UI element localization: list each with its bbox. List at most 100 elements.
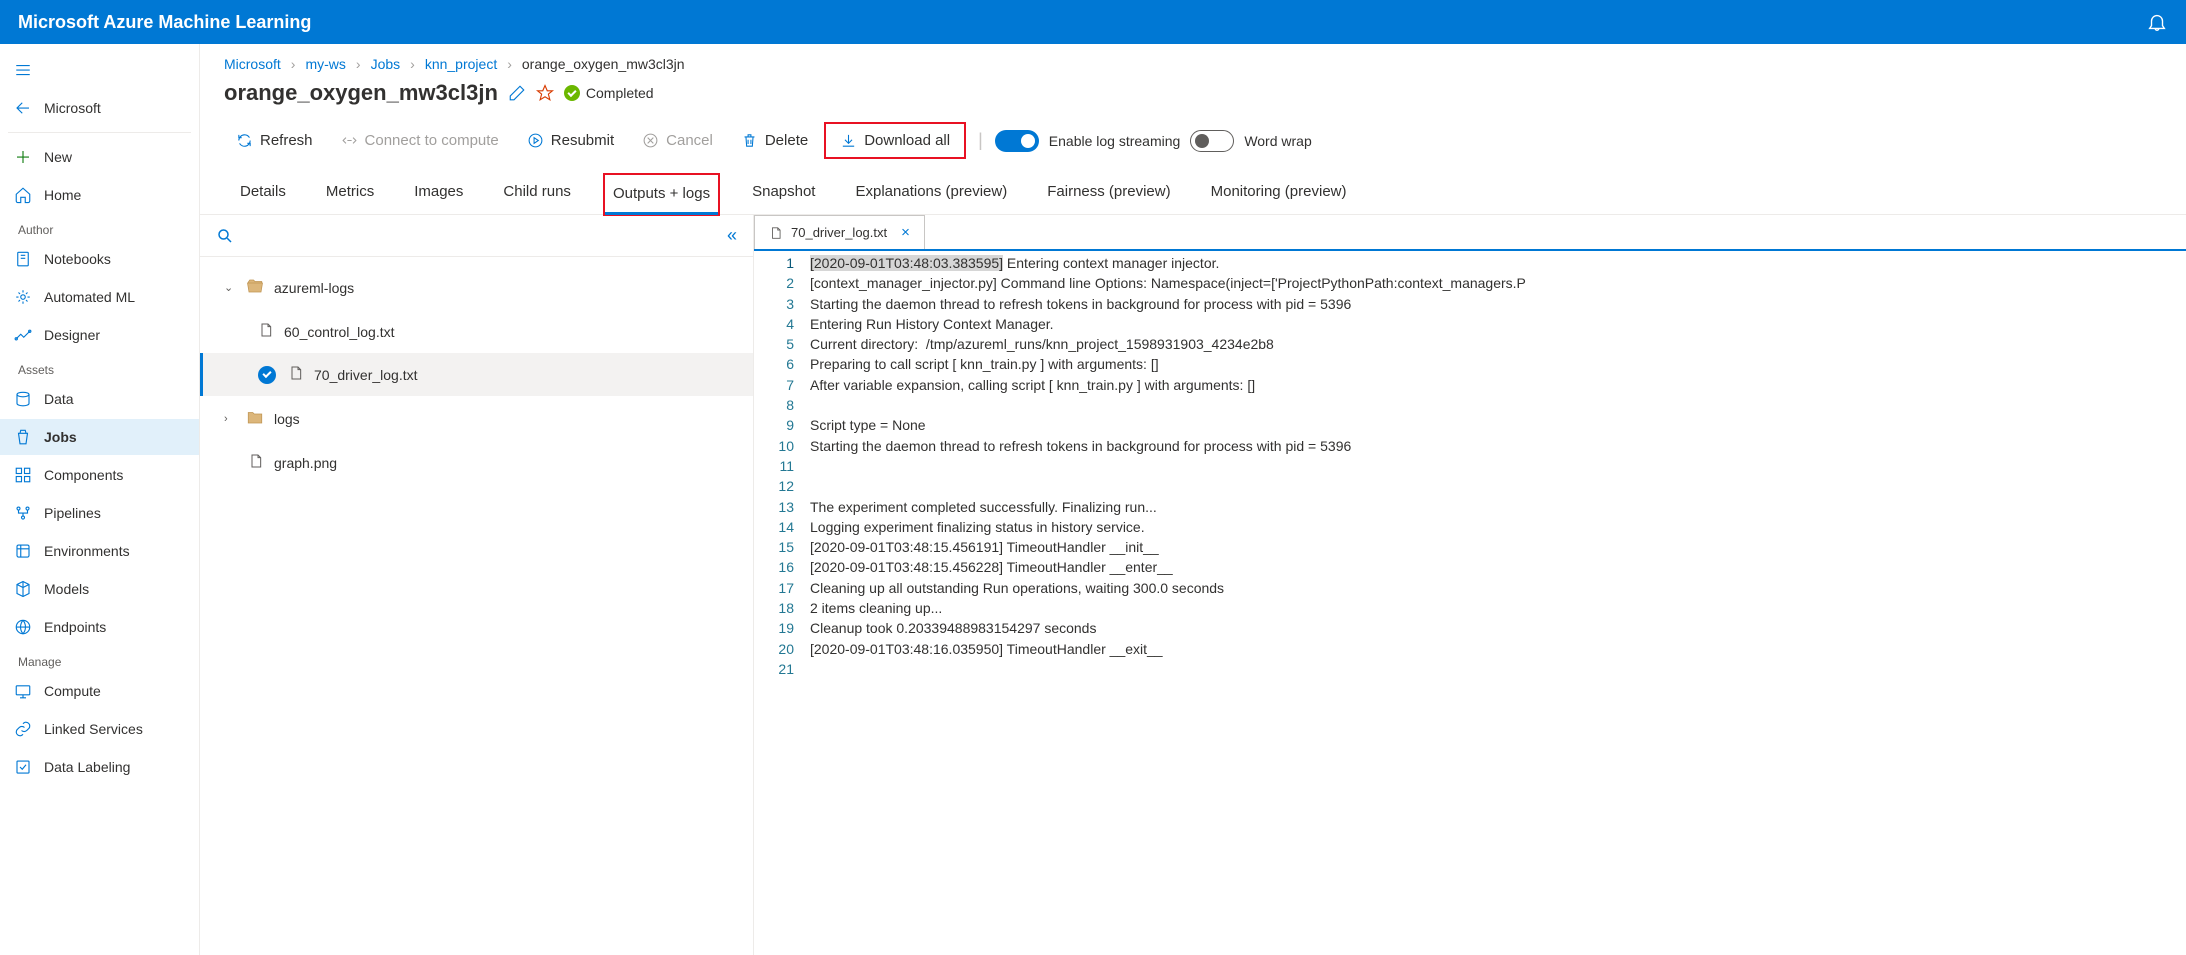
sidebar-label: Compute	[44, 683, 101, 699]
chevron-right-icon: ›	[410, 56, 415, 72]
tab-images[interactable]: Images	[406, 173, 471, 214]
tab-outputs-logs[interactable]: Outputs + logs	[603, 173, 720, 216]
code-line: 20[2020-09-01T03:48:16.035950] TimeoutHa…	[754, 639, 2186, 659]
code-line: 15[2020-09-01T03:48:15.456191] TimeoutHa…	[754, 537, 2186, 557]
action-label: Resubmit	[551, 132, 614, 149]
toggle-switch-on[interactable]	[995, 130, 1039, 152]
editor-tab-label: 70_driver_log.txt	[791, 225, 887, 240]
sidebar-notebooks[interactable]: Notebooks	[0, 241, 199, 277]
collapse-icon[interactable]: «	[727, 225, 737, 246]
sidebar-components[interactable]: Components	[0, 457, 199, 493]
cancel-button: Cancel	[630, 126, 725, 155]
sidebar-environments[interactable]: Environments	[0, 533, 199, 569]
chevron-right-icon: ›	[356, 56, 361, 72]
sidebar-label: New	[44, 149, 72, 165]
sidebar-pipelines[interactable]: Pipelines	[0, 495, 199, 531]
resubmit-button[interactable]: Resubmit	[515, 126, 626, 155]
code-line: 17Cleaning up all outstanding Run operat…	[754, 578, 2186, 598]
search-icon[interactable]	[216, 227, 234, 245]
file-icon	[288, 365, 304, 384]
code-line: 6Preparing to call script [ knn_train.py…	[754, 354, 2186, 374]
back-link[interactable]: Microsoft	[0, 90, 199, 126]
sidebar-endpoints[interactable]: Endpoints	[0, 609, 199, 645]
tab-explanations[interactable]: Explanations (preview)	[847, 173, 1015, 214]
delete-button[interactable]: Delete	[729, 126, 820, 155]
code-line: 8	[754, 395, 2186, 415]
sidebar-automl[interactable]: Automated ML	[0, 279, 199, 315]
tree-file-graph-png[interactable]: graph.png	[200, 441, 753, 484]
topbar: Microsoft Azure Machine Learning	[0, 0, 2186, 44]
status-badge: Completed	[564, 85, 654, 101]
file-icon	[258, 322, 274, 341]
sidebar-labeling[interactable]: Data Labeling	[0, 749, 199, 785]
tab-bar: Details Metrics Images Child runs Output…	[200, 173, 2186, 215]
main-content: Microsoft › my-ws › Jobs › knn_project › ora…	[200, 44, 2186, 955]
log-streaming-toggle[interactable]: Enable log streaming	[995, 130, 1181, 152]
tree-file-70-driver-log[interactable]: 70_driver_log.txt	[200, 353, 753, 396]
download-all-highlight: Download all	[824, 122, 966, 159]
notification-bell-icon[interactable]	[2146, 11, 2168, 33]
folder-open-icon	[246, 277, 264, 298]
tab-fairness[interactable]: Fairness (preview)	[1039, 173, 1178, 214]
content-row: « ⌄ azureml-logs 60_control_log.txt	[200, 215, 2186, 955]
sidebar-label: Jobs	[44, 429, 77, 445]
code-area[interactable]: 1[2020-09-01T03:48:03.383595] Entering c…	[754, 251, 2186, 955]
sidebar-jobs[interactable]: Jobs	[0, 419, 199, 455]
connect-button: Connect to compute	[329, 126, 511, 155]
chevron-right-icon: ›	[507, 56, 512, 72]
sidebar: Microsoft New Home Author Notebooks Auto…	[0, 44, 200, 955]
code-line: 1[2020-09-01T03:48:03.383595] Entering c…	[754, 253, 2186, 273]
selected-check-icon	[258, 366, 276, 384]
tree-label: azureml-logs	[274, 280, 354, 296]
editor-tab-bar: 70_driver_log.txt ×	[754, 215, 2186, 251]
breadcrumb-link[interactable]: Jobs	[371, 56, 401, 72]
breadcrumb-link[interactable]: my-ws	[305, 56, 345, 72]
tree-folder-logs[interactable]: › logs	[200, 396, 753, 441]
tab-snapshot[interactable]: Snapshot	[744, 173, 823, 214]
action-bar: Refresh Connect to compute Resubmit Canc…	[200, 116, 2186, 173]
sidebar-models[interactable]: Models	[0, 571, 199, 607]
toggle-switch-off[interactable]	[1190, 130, 1234, 152]
tab-child-runs[interactable]: Child runs	[495, 173, 579, 214]
sidebar-label: Pipelines	[44, 505, 101, 521]
section-assets: Assets	[0, 355, 199, 379]
chevron-right-icon: ›	[291, 56, 296, 72]
toggle-label: Enable log streaming	[1049, 133, 1181, 149]
file-tree: ⌄ azureml-logs 60_control_log.txt 70_dri	[200, 257, 753, 492]
download-all-button[interactable]: Download all	[828, 126, 962, 155]
breadcrumb-link[interactable]: Microsoft	[224, 56, 281, 72]
new-button[interactable]: New	[0, 139, 199, 175]
tab-metrics[interactable]: Metrics	[318, 173, 382, 214]
code-line: 9Script type = None	[754, 415, 2186, 435]
tab-monitoring[interactable]: Monitoring (preview)	[1203, 173, 1355, 214]
close-icon[interactable]: ×	[901, 224, 910, 241]
code-line: 3Starting the daemon thread to refresh t…	[754, 294, 2186, 314]
tab-details[interactable]: Details	[232, 173, 294, 214]
action-label: Refresh	[260, 132, 313, 149]
page-title: orange_oxygen_mw3cl3jn	[224, 80, 498, 106]
refresh-button[interactable]: Refresh	[224, 126, 325, 155]
breadcrumb-link[interactable]: knn_project	[425, 56, 497, 72]
divider	[8, 132, 191, 133]
code-line: 19Cleanup took 0.20339488983154297 secon…	[754, 618, 2186, 638]
word-wrap-toggle[interactable]: Word wrap	[1190, 130, 1311, 152]
edit-icon[interactable]	[508, 84, 526, 102]
hamburger-menu[interactable]	[0, 52, 199, 88]
code-line: 7After variable expansion, calling scrip…	[754, 375, 2186, 395]
action-label: Connect to compute	[365, 132, 499, 149]
sidebar-data[interactable]: Data	[0, 381, 199, 417]
tree-folder-azureml-logs[interactable]: ⌄ azureml-logs	[200, 265, 753, 310]
editor-tab[interactable]: 70_driver_log.txt ×	[754, 215, 925, 249]
sidebar-label: Notebooks	[44, 251, 111, 267]
sidebar-linked[interactable]: Linked Services	[0, 711, 199, 747]
star-icon[interactable]	[536, 84, 554, 102]
tree-file-60-control-log[interactable]: 60_control_log.txt	[200, 310, 753, 353]
sidebar-designer[interactable]: Designer	[0, 317, 199, 353]
code-line: 4Entering Run History Context Manager.	[754, 314, 2186, 334]
sidebar-home[interactable]: Home	[0, 177, 199, 213]
sidebar-label: Designer	[44, 327, 100, 343]
sidebar-compute[interactable]: Compute	[0, 673, 199, 709]
title-row: orange_oxygen_mw3cl3jn Completed	[200, 76, 2186, 116]
success-check-icon	[564, 85, 580, 101]
tree-label: graph.png	[274, 455, 337, 471]
